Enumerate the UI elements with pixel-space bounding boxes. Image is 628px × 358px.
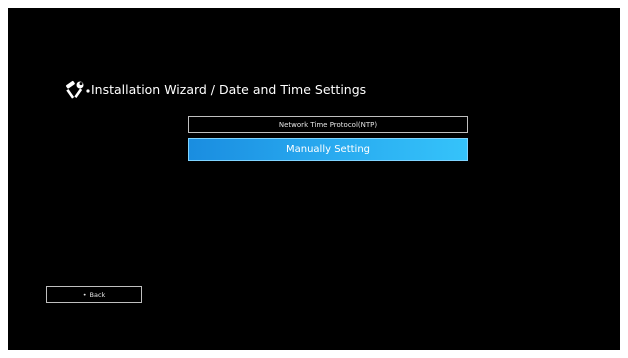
manual-setting-option[interactable]: Manually Setting xyxy=(188,138,468,161)
page-title: Installation Wizard / Date and Time Sett… xyxy=(91,82,367,97)
back-button-label: Back xyxy=(89,290,106,299)
tools-icon xyxy=(65,80,91,100)
back-button[interactable]: • Back xyxy=(46,286,142,303)
page-header: Installation Wizard / Date and Time Sett… xyxy=(65,80,366,100)
ntp-option[interactable]: Network Time Protocol(NTP) xyxy=(188,116,468,133)
ntp-option-label: Network Time Protocol(NTP) xyxy=(278,120,378,129)
bullet-icon: • xyxy=(82,290,87,299)
manual-setting-option-label: Manually Setting xyxy=(285,144,371,155)
wizard-screen: Installation Wizard / Date and Time Sett… xyxy=(8,8,620,350)
